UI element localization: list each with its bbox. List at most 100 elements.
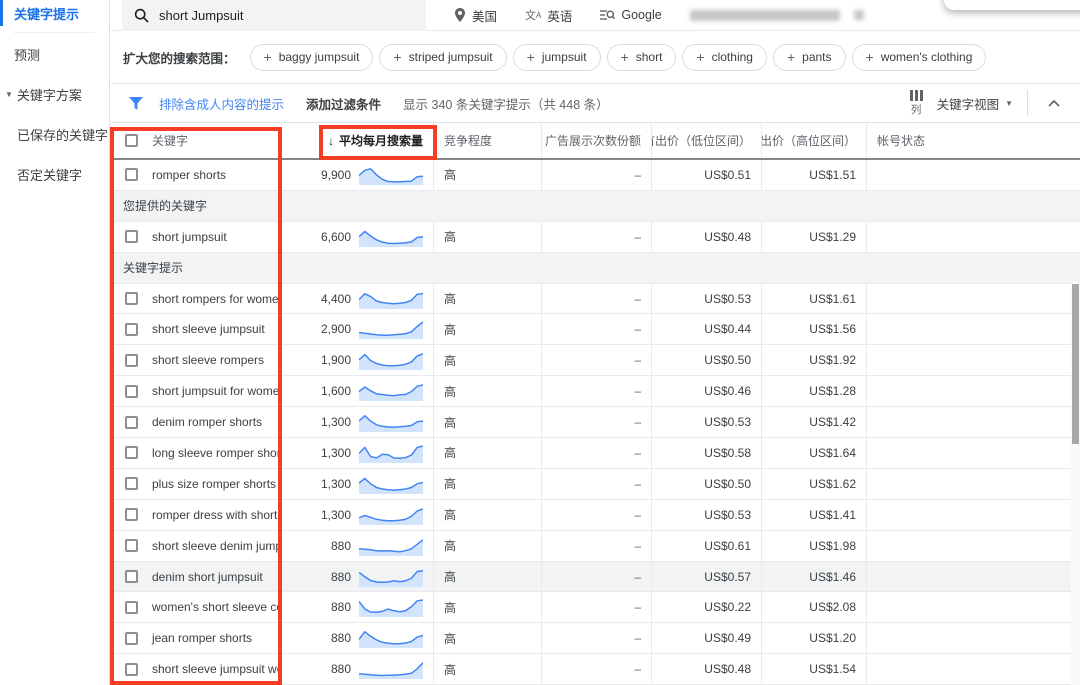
section-label: 关键字提示	[123, 259, 183, 276]
competition-cell: 高	[434, 376, 542, 406]
competition-value: 高	[444, 352, 456, 369]
collapse-icon[interactable]	[1042, 100, 1066, 107]
broaden-chip[interactable]: +baggy jumpsuit	[250, 44, 374, 71]
header-avg-monthly-searches[interactable]: ↓ 平均每月搜索量	[282, 123, 434, 158]
account-status-cell	[867, 160, 1080, 190]
competition-cell: 高	[434, 345, 542, 375]
keyword-text: women's short sleeve coveralls	[152, 600, 282, 614]
main-panel: 美国 文A 英语 Google 扩大您的搜索范围： +baggy jumpsui…	[111, 0, 1080, 685]
row-checkbox[interactable]	[125, 416, 138, 429]
keyword-search-box[interactable]	[122, 0, 426, 31]
filter-icon	[129, 97, 143, 110]
sidebar-item-label: 预测	[14, 45, 40, 64]
row-checkbox[interactable]	[125, 168, 138, 181]
table-row: short sleeve jumpsuit womens880高–US$0.48…	[111, 654, 1080, 685]
chip-label: pants	[802, 50, 831, 64]
account-status-cell	[867, 592, 1080, 622]
sidebar-item-keyword-ideas[interactable]: 关键字提示	[0, 0, 109, 26]
broaden-chip[interactable]: +women's clothing	[852, 44, 987, 71]
broaden-chip[interactable]: +striped jumpsuit	[379, 44, 506, 71]
search-trend-sparkline	[359, 350, 423, 370]
low-bid-value: US$0.53	[704, 415, 751, 429]
top-bid-low-cell: US$0.53	[652, 500, 762, 530]
row-checkbox[interactable]	[125, 477, 138, 490]
low-bid-value: US$0.48	[704, 662, 751, 676]
row-checkbox[interactable]	[125, 601, 138, 614]
sidebar-item-forecast[interactable]: 预测	[0, 41, 109, 67]
keyword-cell: short sleeve jumpsuit	[111, 314, 282, 344]
broaden-chip[interactable]: + pants	[773, 44, 846, 71]
row-checkbox[interactable]	[125, 539, 138, 552]
search-volume-value: 4,400	[321, 292, 351, 306]
table-row: short jumpsuit for women1,600高–US$0.46US…	[111, 376, 1080, 407]
low-bid-value: US$0.50	[704, 477, 751, 491]
row-checkbox[interactable]	[125, 570, 138, 583]
keyword-text: short sleeve jumpsuit	[152, 322, 265, 336]
competition-cell: 高	[434, 623, 542, 653]
low-bid-value: US$0.53	[704, 508, 751, 522]
competition-value: 高	[444, 661, 456, 678]
keywords-table: 关键字 ↓ 平均每月搜索量 竞争程度 广告展示次数份额 页首出价（低位区间） 页…	[111, 122, 1080, 685]
search-trend-sparkline	[359, 443, 423, 463]
table-row: short sleeve jumpsuit2,900高–US$0.44US$1.…	[111, 314, 1080, 345]
sidebar-item-label: 已保存的关键字	[17, 125, 108, 144]
header-keyword[interactable]: 关键字	[111, 123, 282, 158]
view-selector[interactable]: 关键字视图 ▼	[937, 94, 1013, 113]
add-filter-button[interactable]: 添加过滤条件	[306, 94, 381, 113]
network-setting[interactable]: Google	[600, 8, 661, 22]
avg-monthly-searches-cell: 1,600	[282, 376, 434, 406]
columns-button[interactable]: 列	[910, 90, 923, 117]
row-checkbox[interactable]	[125, 230, 138, 243]
sidebar-item-keyword-plan[interactable]: ▼ 关键字方案	[0, 81, 109, 107]
search-volume-value: 880	[331, 631, 351, 645]
low-bid-value: US$0.44	[704, 322, 751, 336]
broaden-chip[interactable]: +short	[607, 44, 677, 71]
competition-value: 高	[444, 166, 456, 183]
row-checkbox[interactable]	[125, 354, 138, 367]
account-status-cell	[867, 222, 1080, 252]
header-ad-impression-share[interactable]: 广告展示次数份额	[542, 123, 652, 158]
competition-value: 高	[444, 228, 456, 245]
avg-monthly-searches-cell: 880	[282, 654, 434, 684]
row-checkbox[interactable]	[125, 446, 138, 459]
plus-icon: +	[787, 50, 795, 64]
row-checkbox[interactable]	[125, 385, 138, 398]
scrollbar-thumb[interactable]	[1072, 284, 1079, 444]
search-input[interactable]	[159, 8, 379, 23]
select-all-checkbox[interactable]	[125, 134, 138, 147]
high-bid-value: US$1.62	[809, 477, 856, 491]
header-account-status[interactable]: 帐号状态	[867, 123, 1080, 158]
table-row: jean romper shorts880高–US$0.49US$1.20	[111, 623, 1080, 654]
broaden-search-label: 扩大您的搜索范围：	[123, 48, 236, 67]
header-competition[interactable]: 竞争程度	[434, 123, 542, 158]
account-status-cell	[867, 469, 1080, 499]
avg-monthly-searches-cell: 880	[282, 531, 434, 561]
overlay-card	[944, 0, 1080, 10]
impression-share-value: –	[634, 230, 641, 244]
search-trend-sparkline	[359, 505, 423, 525]
header-top-bid-high[interactable]: 页首出价（高位区间）	[762, 123, 867, 158]
competition-cell: 高	[434, 469, 542, 499]
competition-value: 高	[444, 383, 456, 400]
exclude-adult-filter-link[interactable]: 排除含成人内容的提示	[159, 94, 284, 113]
location-setting[interactable]: 美国	[454, 6, 497, 25]
competition-value: 高	[444, 290, 456, 307]
broaden-chip[interactable]: +jumpsuit	[513, 44, 601, 71]
header-top-bid-low[interactable]: 页首出价（低位区间）	[652, 123, 762, 158]
row-checkbox[interactable]	[125, 292, 138, 305]
search-volume-value: 880	[331, 600, 351, 614]
language-setting[interactable]: 文A 英语	[525, 6, 572, 25]
top-bid-low-cell: US$0.22	[652, 592, 762, 622]
date-range-setting[interactable]	[690, 10, 864, 21]
search-trend-sparkline	[359, 659, 423, 679]
competition-value: 高	[444, 506, 456, 523]
row-checkbox[interactable]	[125, 323, 138, 336]
row-checkbox[interactable]	[125, 632, 138, 645]
row-checkbox[interactable]	[125, 508, 138, 521]
plus-icon: +	[696, 50, 704, 64]
sidebar-item-saved-keywords[interactable]: 已保存的关键字	[0, 121, 109, 147]
broaden-chip[interactable]: +clothing	[682, 44, 767, 71]
row-checkbox[interactable]	[125, 663, 138, 676]
translate-icon: 文A	[525, 7, 541, 23]
sidebar-item-negative-keywords[interactable]: 否定关键字	[0, 161, 109, 187]
